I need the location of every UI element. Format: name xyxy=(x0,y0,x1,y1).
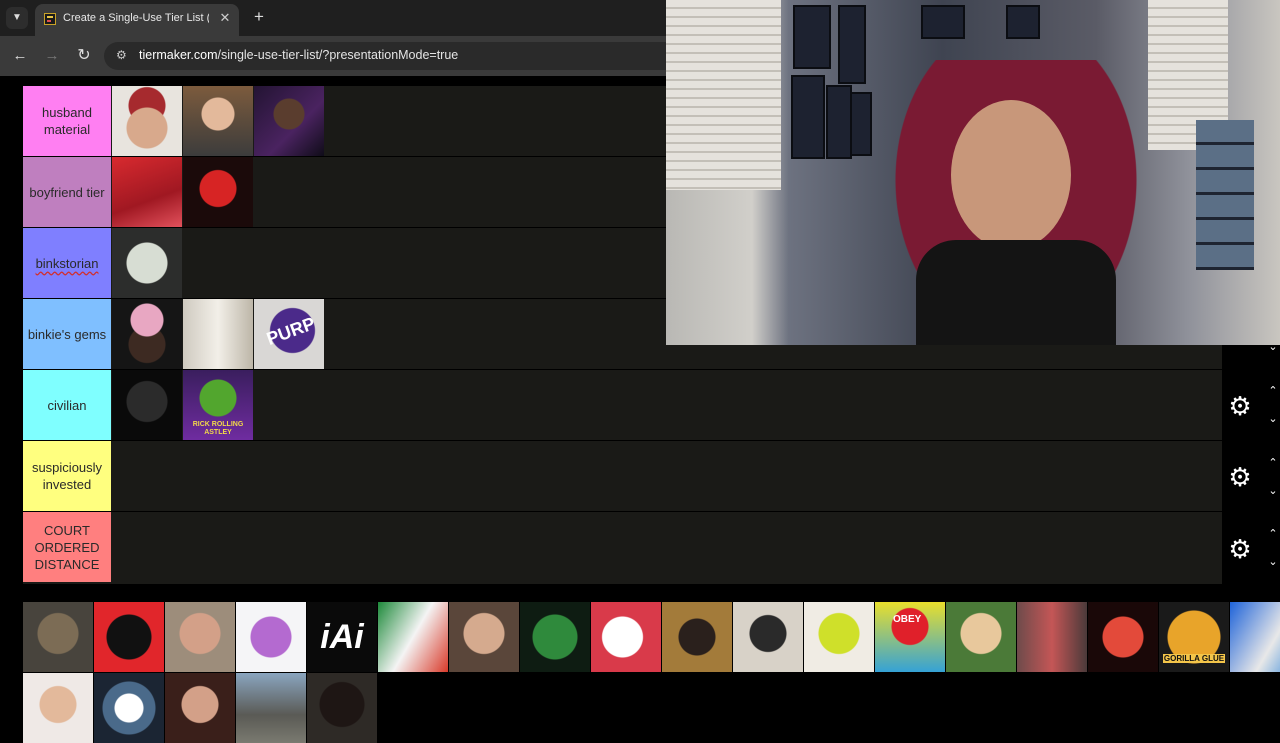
streamer-body xyxy=(916,240,1116,345)
item-pool: iAi OBEY GORILLA GLUE xyxy=(23,602,1280,743)
tier-row: COURT ORDERED DISTANCE xyxy=(23,512,1222,582)
pool-item-image[interactable] xyxy=(307,673,377,743)
tier-item-image[interactable] xyxy=(254,86,324,156)
pool-item-image[interactable] xyxy=(946,602,1016,672)
tier-label[interactable]: civilian xyxy=(23,370,111,440)
close-tab-icon[interactable]: ✕ xyxy=(217,10,233,26)
pickle-text: RICK ROLLING ASTLEY xyxy=(192,421,244,436)
move-row-down-icon[interactable]: ⌄ xyxy=(1266,412,1280,426)
tier-row: suspiciously invested xyxy=(23,441,1222,512)
wall-frame xyxy=(1006,5,1040,39)
tier-items xyxy=(112,228,183,298)
gear-icon[interactable]: ⚙ xyxy=(1228,536,1252,562)
tier-label[interactable]: boyfriend tier xyxy=(23,157,111,227)
pool-item-image[interactable] xyxy=(165,673,235,743)
streamer-face xyxy=(951,100,1071,250)
gorilla-glue-text: GORILLA GLUE xyxy=(1163,654,1225,663)
reload-icon[interactable]: ↻ xyxy=(74,46,94,66)
pool-item-image[interactable] xyxy=(23,673,93,743)
wall-frame xyxy=(921,5,965,39)
tier-item-image[interactable]: RICK ROLLING ASTLEY xyxy=(183,370,253,440)
forward-arrow-icon[interactable]: → xyxy=(42,46,62,66)
url-text[interactable]: tiermaker.com/single-use-tier-list/?pres… xyxy=(139,48,458,62)
wall-frame xyxy=(838,5,866,84)
wall-frame xyxy=(850,92,872,156)
tier-item-image[interactable] xyxy=(183,157,253,227)
pool-item-image[interactable] xyxy=(236,602,306,672)
pool-row xyxy=(23,673,378,743)
wall-frame xyxy=(826,85,852,159)
tier-item-image[interactable] xyxy=(183,299,253,369)
pool-item-image[interactable] xyxy=(449,602,519,672)
tier-items xyxy=(112,157,254,227)
pool-item-image[interactable] xyxy=(378,602,448,672)
new-tab-button[interactable]: + xyxy=(250,8,268,26)
pool-item-image[interactable] xyxy=(94,602,164,672)
pool-item-image[interactable] xyxy=(804,602,874,672)
tier-label[interactable]: binkstorian xyxy=(23,228,111,298)
tab-search-button[interactable]: ▼ xyxy=(6,7,28,29)
move-row-down-icon[interactable]: ⌄ xyxy=(1266,555,1280,569)
tier-label[interactable]: COURT ORDERED DISTANCE xyxy=(23,512,111,582)
tier-item-image[interactable] xyxy=(183,86,253,156)
tier-row: civilian RICK ROLLING ASTLEY xyxy=(23,370,1222,441)
pool-item-image[interactable] xyxy=(591,602,661,672)
tab-title: Create a Single-Use Tier List (Pr xyxy=(63,12,209,24)
pool-item-image[interactable] xyxy=(733,602,803,672)
tier-label[interactable]: binkie's gems xyxy=(23,299,111,369)
tier-items xyxy=(112,86,325,156)
pool-item-image[interactable] xyxy=(23,602,93,672)
wall-frame xyxy=(791,75,825,159)
pool-row: iAi OBEY GORILLA GLUE xyxy=(23,602,1280,672)
gear-icon[interactable]: ⚙ xyxy=(1228,464,1252,490)
webcam-overlay xyxy=(666,0,1280,345)
pool-item-image[interactable] xyxy=(1230,602,1280,672)
gear-icon[interactable]: ⚙ xyxy=(1228,393,1252,419)
move-row-down-icon[interactable]: ⌄ xyxy=(1266,484,1280,498)
pool-item-image[interactable]: GORILLA GLUE xyxy=(1159,602,1229,672)
move-row-up-icon[interactable]: ⌃ xyxy=(1266,527,1280,541)
storage-drawers xyxy=(1196,120,1254,270)
tier-label[interactable]: husband material xyxy=(23,86,111,156)
tier-item-image[interactable] xyxy=(112,157,182,227)
back-arrow-icon[interactable]: ← xyxy=(10,46,30,66)
pool-item-image[interactable] xyxy=(1017,602,1087,672)
tier-item-image[interactable] xyxy=(112,370,182,440)
tier-item-image[interactable] xyxy=(112,228,182,298)
move-row-up-icon[interactable]: ⌃ xyxy=(1266,384,1280,398)
pool-item-image[interactable]: iAi xyxy=(307,602,377,672)
site-settings-icon[interactable]: ⚙ xyxy=(116,48,130,62)
tier-items: RICK ROLLING ASTLEY xyxy=(112,370,254,440)
move-row-up-icon[interactable]: ⌃ xyxy=(1266,456,1280,470)
browser-tab-strip: ▼ Create a Single-Use Tier List (Pr ✕ + xyxy=(0,0,666,36)
browser-tab[interactable]: Create a Single-Use Tier List (Pr ✕ xyxy=(35,4,239,36)
pool-item-image[interactable] xyxy=(236,673,306,743)
pool-item-image[interactable] xyxy=(1088,602,1158,672)
url-host: tiermaker.com xyxy=(139,48,218,62)
tier-item-image[interactable]: PURP xyxy=(254,299,324,369)
iai-logo-text: iAi xyxy=(320,618,364,656)
address-bar[interactable]: ⚙ tiermaker.com/single-use-tier-list/?pr… xyxy=(104,42,684,70)
browser-toolbar: ← → ↻ ⚙ tiermaker.com/single-use-tier-li… xyxy=(0,36,684,76)
tier-item-image[interactable] xyxy=(112,299,182,369)
obey-text: OBEY xyxy=(893,614,922,625)
tier-item-image[interactable] xyxy=(112,86,182,156)
tier-label-text: binkstorian xyxy=(35,255,99,271)
url-path: /single-use-tier-list/?presentationMode=… xyxy=(217,48,459,62)
window-blinds xyxy=(666,0,781,190)
pool-item-image[interactable] xyxy=(165,602,235,672)
pool-item-image[interactable] xyxy=(662,602,732,672)
tier-label[interactable]: suspiciously invested xyxy=(23,441,111,511)
wall-frame xyxy=(793,5,831,69)
pool-item-image[interactable]: OBEY xyxy=(875,602,945,672)
pool-item-image[interactable] xyxy=(520,602,590,672)
tiermaker-favicon-icon xyxy=(44,13,56,25)
pool-item-image[interactable] xyxy=(94,673,164,743)
tier-items: PURP xyxy=(112,299,325,369)
purp-text: PURP xyxy=(263,313,318,349)
